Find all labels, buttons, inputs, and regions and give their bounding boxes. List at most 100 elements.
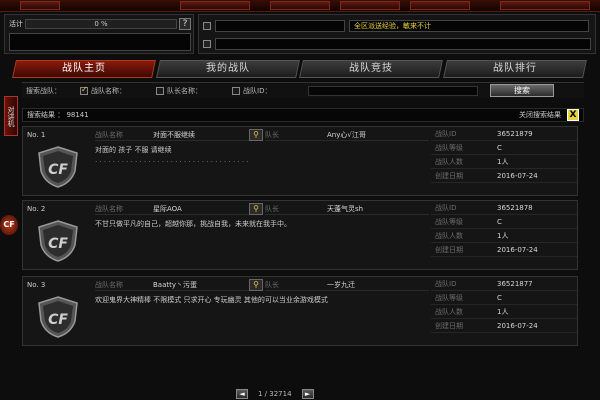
- clan-notice-text: 欢迎鬼界大神精棒 不限模式 只求开心 专玩幽灵 其他的可以当业余游戏模式: [95, 296, 328, 304]
- clan-members-value: 1人: [497, 231, 509, 240]
- progress-bar: 0 %: [25, 19, 177, 29]
- leader-value: Any心√江哥: [327, 130, 366, 139]
- clan-id-value: 36521879: [497, 129, 533, 138]
- search-icon[interactable]: ⚲: [249, 129, 263, 141]
- leader-label: 队长: [265, 280, 279, 289]
- next-page-button[interactable]: ►: [301, 389, 314, 399]
- search-icon[interactable]: ⚲: [249, 279, 263, 291]
- close-results-label: 关闭搜索结果: [519, 111, 561, 119]
- volume-icon[interactable]: [203, 40, 211, 48]
- pagination: ◄ 1 / 32714 ►: [236, 388, 366, 400]
- clan-window: 活计 0 % ? 全区派送经验，敏来不计 战队主页 我的战队 战队竞技 战队排行…: [0, 0, 600, 400]
- clan-id-value: 36521878: [497, 203, 533, 212]
- clan-created-value: 2016-07-24: [497, 245, 538, 254]
- chat-input[interactable]: [9, 33, 191, 51]
- clan-notice: 欢迎鬼界大神精棒 不限模式 只求开心 专玩幽灵 其他的可以当业余游戏模式: [95, 295, 435, 339]
- tab-label: 战队排行: [492, 63, 537, 74]
- clan-level-value: C: [497, 293, 502, 302]
- clan-level-label: 战队等级: [435, 217, 463, 226]
- clan-notice: 对面的 孩子 不服 请继续 . . . . . . . . . . . . . …: [95, 145, 435, 189]
- tab-my-clan[interactable]: 我的战队: [155, 60, 299, 78]
- leader-name-option-label: 队长名称：: [167, 86, 202, 95]
- clan-created-label: 创建日期: [435, 245, 463, 254]
- clan-id-option-label: 战队ID：: [243, 86, 272, 95]
- search-button[interactable]: 搜索: [490, 84, 554, 97]
- clan-name-checkbox[interactable]: [80, 85, 88, 95]
- svg-text:CF: CF: [48, 162, 68, 178]
- prev-page-button[interactable]: ◄: [236, 389, 248, 399]
- clan-created-value: 2016-07-24: [497, 321, 538, 330]
- clan-level-label: 战队等级: [435, 293, 463, 302]
- speaker-input[interactable]: [215, 38, 591, 50]
- clan-level-label: 战队等级: [435, 143, 463, 152]
- clan-name-label: 战队名称: [95, 204, 123, 213]
- filter-label: 搜索战队：: [26, 86, 61, 95]
- clan-id-value: 36521877: [497, 279, 533, 288]
- leader-label: 队长: [265, 130, 279, 139]
- tab-label: 战队竞技: [348, 63, 393, 74]
- search-input[interactable]: [308, 85, 478, 96]
- search-filter-bar: 搜索战队： 战队名称： 队长名称： 战队ID： 搜索: [22, 82, 584, 98]
- clan-card[interactable]: No. 3 CF 战队名称 Baatty丶污蛋 ⚲ 队长 一岁九迁 欢迎鬼界大神…: [22, 276, 578, 346]
- clan-card[interactable]: No. 2 CF 战队名称 星际AOA ⚲ 队长 天蓬气灵sh 不甘只做平凡的自…: [22, 200, 578, 270]
- clan-notice-text: 对面的 孩子 不服 请继续: [95, 146, 172, 154]
- clan-members-label: 战队人数: [435, 157, 463, 166]
- results-count: 搜索结果 ： 98141: [27, 111, 89, 119]
- tab-clan-ranking[interactable]: 战队排行: [442, 60, 586, 78]
- side-walkie-talkie-tab[interactable]: 对讲机: [4, 96, 18, 136]
- tab-clan-home[interactable]: 战队主页: [12, 60, 156, 78]
- clan-info: 战队ID 36521879 战队等级 C 战队人数 1人 创建日期 2016-07-24: [431, 127, 577, 197]
- clan-info: 战队ID 36521878 战队等级 C 战队人数 1人 创建日期 2016-07-24: [431, 201, 577, 271]
- player-status-panel: 活计 0 % ?: [4, 14, 194, 54]
- help-button[interactable]: ?: [179, 18, 191, 30]
- results-header: 搜索结果 ： 98141 关闭搜索结果 X: [22, 108, 584, 122]
- cf-logo-icon[interactable]: CF: [0, 215, 18, 235]
- leader-value: 天蓬气灵sh: [327, 204, 364, 213]
- speaker-left-bar: [215, 20, 345, 32]
- clan-card[interactable]: No. 1 CF 战队名称 对面不服继续 ⚲ 队长 Any心√江哥 对面的 孩子…: [22, 126, 578, 196]
- speaker-message: 全区派送经验，敏来不计: [349, 20, 589, 32]
- clan-created-label: 创建日期: [435, 171, 463, 180]
- player-name-label: 活计: [9, 20, 23, 28]
- clan-rank: No. 1: [27, 131, 46, 139]
- speaker-icon: [203, 22, 211, 30]
- clan-name-label: 战队名称: [95, 130, 123, 139]
- speaker-panel: 全区派送经验，敏来不计: [198, 14, 596, 54]
- tab-clan-battle[interactable]: 战队竞技: [299, 60, 443, 78]
- tab-label: 战队主页: [61, 63, 106, 74]
- clan-name-value: Baatty丶污蛋: [153, 280, 198, 289]
- svg-text:CF: CF: [48, 312, 68, 328]
- clan-id-label: 战队ID: [435, 279, 457, 288]
- tab-bar: 战队主页 我的战队 战队竞技 战队排行: [12, 60, 586, 78]
- search-icon[interactable]: ⚲: [249, 203, 263, 215]
- clan-level-value: C: [497, 143, 502, 152]
- clan-notice-text: 不甘只做平凡的自己，超越你那，挑战自我，未来就在我手中。: [95, 220, 291, 228]
- clan-emblem-icon: CF: [38, 296, 78, 338]
- filter-clan-name[interactable]: 战队名称：: [80, 85, 150, 96]
- filter-clan-id[interactable]: 战队ID：: [232, 86, 302, 96]
- clan-level-value: C: [497, 217, 502, 226]
- clan-members-label: 战队人数: [435, 231, 463, 240]
- tab-label: 我的战队: [205, 63, 250, 74]
- filter-leader-name[interactable]: 队长名称：: [156, 86, 226, 96]
- top-bar: [0, 0, 600, 12]
- clan-id-label: 战队ID: [435, 129, 457, 138]
- clan-name-value: 星际AOA: [153, 204, 182, 213]
- clan-info: 战队ID 36521877 战队等级 C 战队人数 1人 创建日期 2016-07-24: [431, 277, 577, 347]
- leader-value: 一岁九迁: [327, 280, 355, 289]
- close-results[interactable]: 关闭搜索结果 X: [519, 109, 579, 121]
- clan-emblem-icon: CF: [38, 220, 78, 262]
- clan-name-label: 战队名称: [95, 280, 123, 289]
- leader-name-checkbox[interactable]: [156, 86, 164, 95]
- clan-id-checkbox[interactable]: [232, 86, 240, 95]
- close-icon[interactable]: X: [567, 109, 579, 121]
- clan-rank: No. 2: [27, 205, 46, 213]
- clan-notice: 不甘只做平凡的自己，超越你那，挑战自我，未来就在我手中。: [95, 219, 435, 263]
- clan-name-value: 对面不服继续: [153, 130, 195, 139]
- clan-notice-text-2: . . . . . . . . . . . . . . . . . . . . …: [95, 156, 249, 164]
- clan-name-option-label: 战队名称：: [91, 86, 126, 95]
- clan-created-value: 2016-07-24: [497, 171, 538, 180]
- clan-members-value: 1人: [497, 307, 509, 316]
- clan-created-label: 创建日期: [435, 321, 463, 330]
- clan-rank: No. 3: [27, 281, 46, 289]
